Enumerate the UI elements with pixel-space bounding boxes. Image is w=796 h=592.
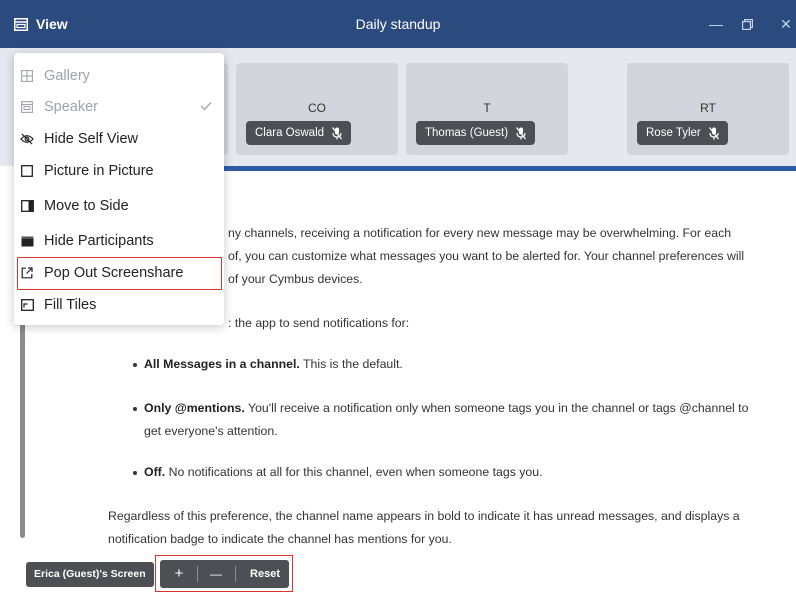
scrollbar[interactable]	[20, 312, 25, 538]
bullet-dot	[133, 471, 137, 475]
list-item: Only @mentions. You'll receive a notific…	[144, 401, 749, 415]
doc-paragraph-line: of, you can customize what messages you …	[228, 249, 745, 263]
bullet-dot	[133, 407, 137, 411]
doc-paragraph-line: Regardless of this preference, the chann…	[108, 509, 740, 523]
menu-item-gallery[interactable]: Gallery	[14, 61, 224, 91]
menu-item-label: Speaker	[44, 99, 99, 115]
check-icon	[200, 99, 212, 115]
list-item-continuation: get everyone's attention.	[144, 424, 278, 438]
bullet-dot	[133, 363, 137, 367]
participant-tile[interactable]: CO Clara Oswald	[236, 63, 398, 155]
participant-initials: RT	[700, 101, 716, 115]
participant-name-label: Thomas (Guest)	[416, 121, 536, 145]
menu-item-hide-self-view[interactable]: Hide Self View	[14, 124, 224, 154]
mic-muted-icon	[708, 126, 719, 139]
menu-item-picture-in-picture[interactable]: Picture in Picture	[14, 156, 224, 186]
menu-item-speaker[interactable]: Speaker	[14, 92, 224, 122]
zoom-highlight-box	[155, 555, 293, 592]
fill-tiles-icon	[20, 298, 34, 312]
mic-muted-icon	[516, 126, 527, 139]
participant-name-label: Rose Tyler	[637, 121, 728, 145]
filled-rect-icon	[20, 234, 34, 248]
window-title: Daily standup	[355, 16, 441, 32]
restore-icon	[741, 19, 753, 31]
menu-item-hide-participants[interactable]: Hide Participants	[14, 226, 224, 256]
side-panel-icon	[20, 199, 34, 213]
eye-off-icon	[20, 132, 34, 146]
minimize-button[interactable]: —	[706, 0, 726, 48]
mic-muted-icon	[332, 126, 343, 139]
restore-button[interactable]	[737, 0, 757, 48]
menu-item-label: Hide Self View	[44, 131, 139, 147]
menu-item-label: Fill Tiles	[44, 297, 97, 313]
menu-item-move-to-side[interactable]: Move to Side	[14, 191, 224, 221]
doc-paragraph-line: of your Cymbus devices.	[228, 272, 363, 286]
participant-tile[interactable]: T Thomas (Guest)	[406, 63, 568, 155]
menu-item-fill-tiles[interactable]: Fill Tiles	[14, 290, 224, 320]
participant-tile[interactable]: RT Rose Tyler	[627, 63, 789, 155]
speaker-layout-icon	[20, 100, 34, 114]
pop-out-highlight-box	[17, 257, 222, 290]
participant-name: Clara Oswald	[255, 127, 325, 139]
list-item: All Messages in a channel. This is the d…	[144, 357, 403, 371]
participant-initials: CO	[308, 101, 326, 115]
square-icon	[20, 164, 34, 178]
title-bar: View Daily standup — ✕	[0, 0, 796, 48]
participant-name-label: Clara Oswald	[246, 121, 352, 145]
participant-initials: T	[483, 101, 491, 115]
menu-item-label: Move to Side	[44, 198, 129, 214]
menu-item-label: Hide Participants	[44, 233, 154, 249]
doc-paragraph-line: ny channels, receiving a notification fo…	[228, 226, 732, 240]
grid-icon	[20, 69, 34, 83]
participant-name: Thomas (Guest)	[425, 127, 509, 139]
menu-item-label: Picture in Picture	[44, 163, 154, 179]
participant-name: Rose Tyler	[646, 127, 701, 139]
screenshare-owner-label: Erica (Guest)'s Screen	[26, 562, 154, 587]
close-button[interactable]: ✕	[776, 0, 796, 48]
list-item: Off. No notifications at all for this ch…	[144, 465, 543, 479]
menu-item-label: Gallery	[44, 68, 90, 84]
doc-paragraph-line: notification badge to indicate the chann…	[108, 532, 452, 546]
doc-paragraph-line: : the app to send notifications for:	[228, 316, 410, 330]
